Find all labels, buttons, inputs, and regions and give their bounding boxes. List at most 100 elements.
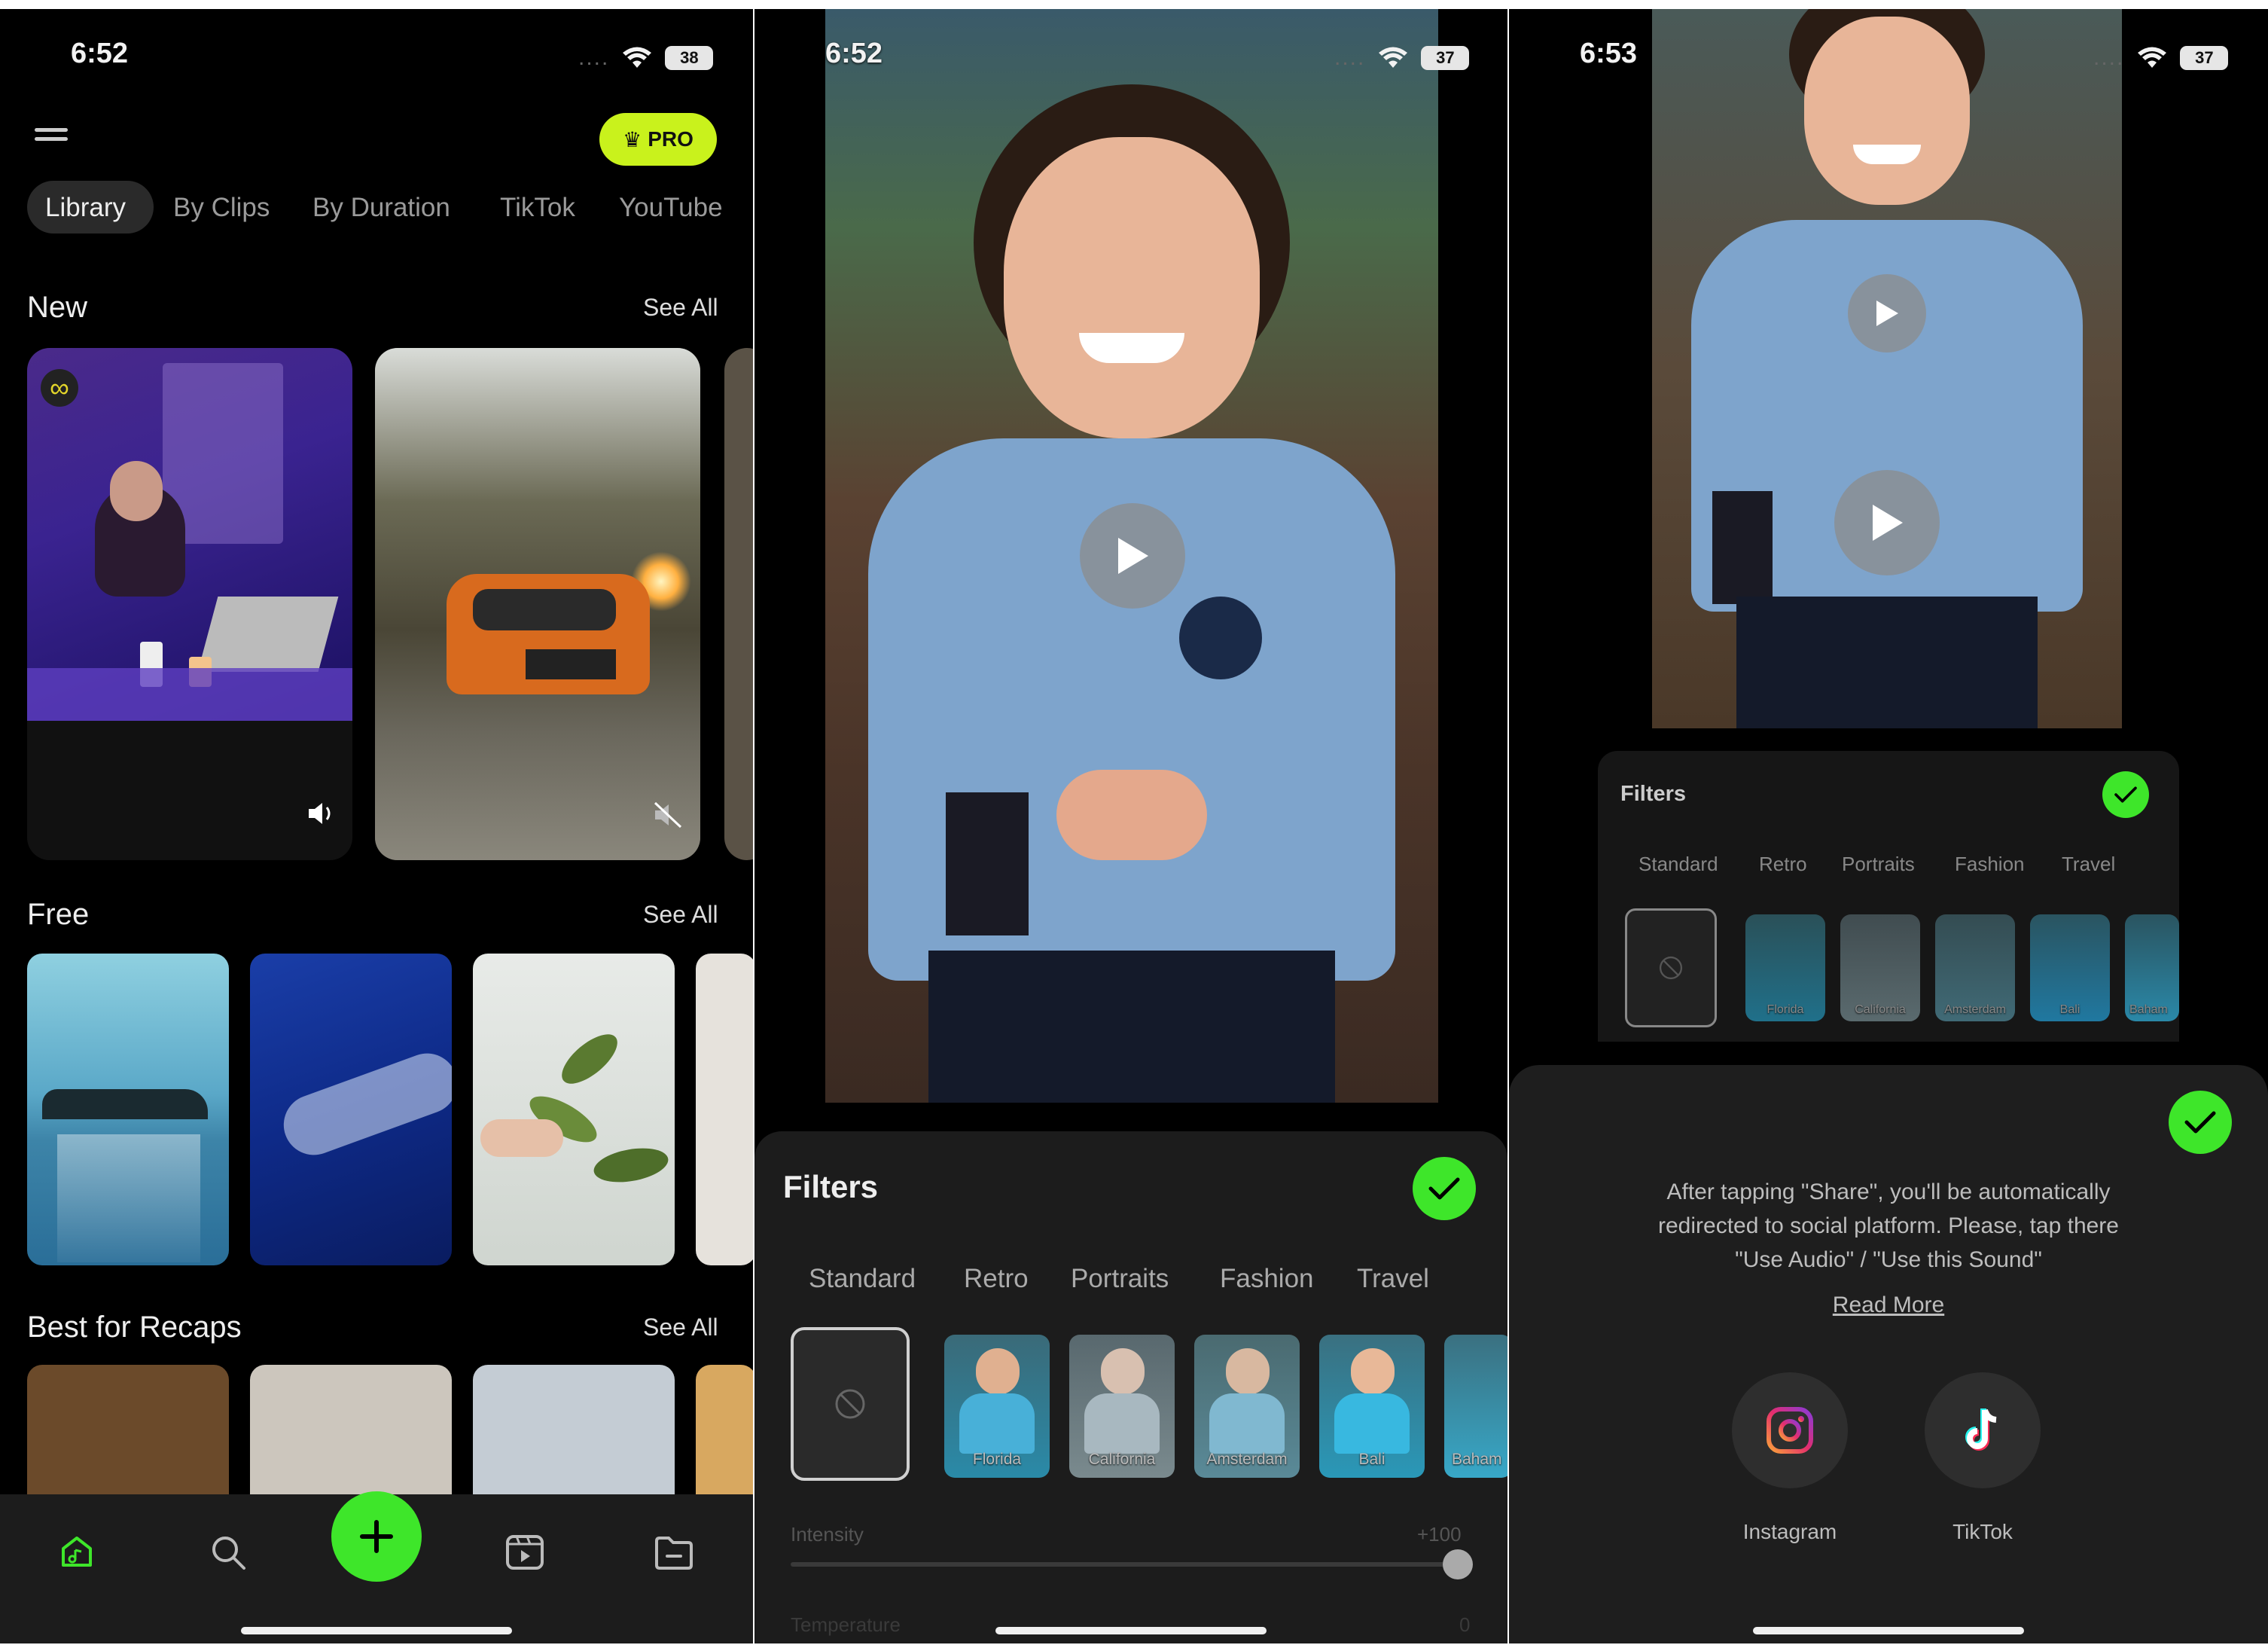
template-card[interactable] [696, 954, 753, 1265]
filter-tab-retro[interactable]: Retro [964, 1264, 1029, 1294]
sound-on-icon[interactable] [306, 800, 337, 827]
section-title-free: Free [27, 898, 90, 931]
filter-preset[interactable]: Baham [2125, 914, 2179, 1021]
template-card[interactable] [473, 1365, 675, 1515]
add-button[interactable] [331, 1491, 422, 1582]
check-icon [1428, 1177, 1460, 1200]
status-time: 6:53 [1580, 38, 1638, 69]
home-icon[interactable] [59, 1534, 95, 1570]
filter-tab-travel[interactable]: Travel [1357, 1264, 1429, 1294]
filter-label: Baham [2129, 1003, 2168, 1016]
tab-library-label: Library [45, 193, 126, 222]
filter-label: Bali [1358, 1451, 1385, 1468]
filter-preset[interactable]: California [1840, 914, 1920, 1021]
plus-icon [360, 1520, 393, 1553]
check-icon [2184, 1111, 2216, 1134]
tab-by-duration[interactable]: By Duration [312, 193, 450, 223]
filter-tab-travel[interactable]: Travel [2062, 853, 2115, 876]
pro-label: PRO [648, 127, 694, 151]
filter-preset[interactable]: California [1069, 1335, 1175, 1478]
filter-label: Amsterdam [1206, 1451, 1288, 1468]
template-card[interactable] [724, 348, 753, 860]
crown-icon: ♛ [623, 127, 642, 151]
battery-icon: 37 [1421, 46, 1470, 70]
battery-icon: 38 [665, 46, 714, 70]
filter-none[interactable] [1625, 908, 1717, 1027]
confirm-button[interactable] [2169, 1091, 2232, 1154]
filter-preset[interactable]: Amsterdam [1194, 1335, 1300, 1478]
sound-off-icon[interactable] [652, 800, 684, 830]
share-text-line: After tapping "Share", you'll be automat… [1666, 1180, 2111, 1204]
tab-youtube[interactable]: YouTube [619, 193, 723, 223]
filter-preset[interactable]: Bali [1319, 1335, 1425, 1478]
filter-label: Florida [972, 1451, 1022, 1468]
filter-preset[interactable]: Amsterdam [1935, 914, 2015, 1021]
filter-tab-fashion[interactable]: Fashion [1955, 853, 2025, 876]
play-button[interactable] [1080, 503, 1185, 609]
filter-preset[interactable]: Baham [1444, 1335, 1507, 1478]
filter-tab-fashion[interactable]: Fashion [1220, 1264, 1314, 1294]
share-text-line: "Use Audio" / "Use this Sound" [1735, 1247, 2042, 1272]
filter-preset[interactable]: Florida [944, 1335, 1050, 1478]
filters-title: Filters [1620, 782, 1687, 806]
template-card[interactable] [250, 1365, 452, 1515]
folder-icon[interactable] [654, 1535, 694, 1571]
wifi-icon [623, 47, 652, 68]
filter-tab-standard[interactable]: Standard [809, 1264, 916, 1294]
intensity-value: +100 [1417, 1523, 1462, 1546]
video-library-icon[interactable] [505, 1534, 545, 1571]
search-icon[interactable] [209, 1534, 247, 1571]
intensity-slider-thumb[interactable] [1443, 1549, 1473, 1579]
status-time: 6:52 [825, 38, 883, 69]
no-filter-icon [835, 1389, 865, 1419]
status-icons: .... 37 [1334, 45, 1470, 71]
library-screen: 6:52 .... 38 ♛ PRO Library By Clips By Du… [0, 9, 753, 1643]
share-sheet [1509, 1065, 2268, 1643]
template-card[interactable] [27, 1365, 229, 1515]
pro-button[interactable]: ♛ PRO [599, 113, 717, 166]
filter-tab-portraits[interactable]: Portraits [1842, 853, 1915, 876]
template-card[interactable]: ∞ [27, 348, 352, 860]
instagram-button[interactable] [1732, 1372, 1848, 1488]
status-icons: .... 37 [2093, 45, 2229, 71]
filter-label: Amsterdam [1944, 1003, 2006, 1016]
tab-by-clips[interactable]: By Clips [173, 193, 270, 223]
filter-tab-portraits[interactable]: Portraits [1071, 1264, 1169, 1294]
signal-icon: .... [1334, 45, 1366, 70]
wifi-icon [2138, 47, 2167, 68]
template-card[interactable] [473, 954, 675, 1265]
see-all-new[interactable]: See All [643, 294, 718, 322]
see-all-free[interactable]: See All [643, 901, 718, 929]
intensity-label: Intensity [791, 1523, 864, 1546]
filter-label: California [1855, 1003, 1906, 1016]
read-more-link[interactable]: Read More [1509, 1292, 2268, 1318]
no-filter-icon [1659, 956, 1683, 980]
menu-icon[interactable] [35, 128, 68, 149]
apply-button[interactable] [1413, 1157, 1476, 1220]
filter-preset[interactable]: Bali [2030, 914, 2110, 1021]
share-instructions: After tapping "Share", you'll be automat… [1539, 1175, 2238, 1277]
filter-tab-retro[interactable]: Retro [1759, 853, 1807, 876]
intensity-slider-track[interactable] [791, 1562, 1468, 1567]
check-icon [2114, 786, 2137, 803]
video-preview [1652, 9, 2122, 728]
signal-icon: .... [578, 45, 610, 70]
template-card[interactable] [375, 348, 700, 860]
filter-label: Florida [1767, 1003, 1804, 1016]
filter-preset[interactable]: Florida [1745, 914, 1825, 1021]
tab-tiktok[interactable]: TikTok [500, 193, 575, 223]
apply-button[interactable] [2102, 771, 2149, 818]
filter-tab-standard[interactable]: Standard [1639, 853, 1718, 876]
template-card[interactable] [696, 1365, 753, 1515]
play-button[interactable] [1848, 274, 1926, 352]
template-card[interactable] [27, 954, 229, 1265]
filter-none[interactable] [791, 1327, 910, 1481]
instagram-label: Instagram [1742, 1520, 1837, 1543]
play-icon [1873, 505, 1903, 541]
battery-icon: 37 [2180, 46, 2229, 70]
tiktok-button[interactable] [1925, 1372, 2041, 1488]
see-all-best-for-recaps[interactable]: See All [643, 1314, 718, 1341]
play-icon [1118, 538, 1148, 574]
template-card[interactable] [250, 954, 452, 1265]
play-button[interactable] [1834, 470, 1940, 575]
